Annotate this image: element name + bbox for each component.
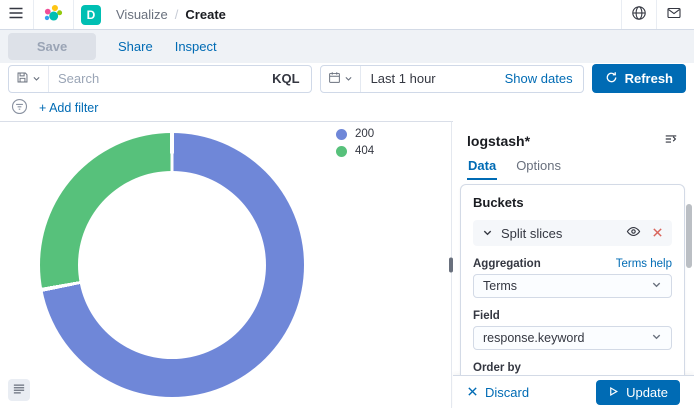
visualize-toolbar: Save Share Inspect [0,30,694,63]
split-slices-row[interactable]: Split slices [473,220,672,246]
save-button[interactable]: Save [8,33,96,60]
divider [656,0,657,29]
field-value: response.keyword [483,331,584,345]
remove-bucket-icon[interactable] [652,226,663,241]
field-select[interactable]: response.keyword [473,326,672,350]
elastic-logo[interactable] [41,2,66,27]
chevron-down-icon [344,71,353,86]
legend-swatch [336,129,347,140]
share-button[interactable]: Share [118,39,153,54]
close-icon [467,385,478,400]
chevron-down-icon [32,71,41,86]
search-input[interactable] [49,71,261,86]
donut-hole [78,171,266,359]
inspect-button[interactable]: Inspect [175,39,217,54]
legend-swatch [336,146,347,157]
play-icon [608,385,619,400]
refresh-icon [605,71,618,87]
saved-query-menu-button[interactable] [9,66,49,92]
query-bar: KQL Last 1 hour Show dates Refresh [0,63,694,94]
legend-item[interactable]: 200 [336,128,374,140]
field-group: Field response.keyword [473,310,672,350]
breadcrumb-create: Create [185,7,225,22]
time-range-button[interactable]: Last 1 hour [361,71,501,86]
query-language-button[interactable]: KQL [261,66,310,92]
legend-toggle-button[interactable] [8,379,30,401]
globe-icon [631,5,647,24]
buckets-card: Buckets Split slices [460,184,685,375]
legend-label: 200 [355,128,374,140]
update-label: Update [626,385,668,400]
refresh-button[interactable]: Refresh [592,64,686,93]
search-bar-group: KQL [8,65,312,93]
chevron-down-icon [651,331,662,345]
discard-label: Discard [485,385,529,400]
tab-data[interactable]: Data [467,152,497,180]
breadcrumb-visualize[interactable]: Visualize [116,7,168,22]
calendar-icon [328,71,341,87]
mail-icon [666,5,682,24]
filter-options-button[interactable] [9,96,30,120]
visualization-canvas: 200404 [0,121,451,408]
chevron-down-icon [482,226,493,241]
order-by-group: Order by Metric: Count [473,362,672,375]
editor-scroll-region: Buckets Split slices [453,180,694,375]
panel-header: logstash* [453,121,694,152]
bucket-type-label: Split slices [501,226,562,241]
filter-circle-icon [11,98,28,118]
scrollbar-thumb[interactable] [686,204,692,268]
chart-legend: 200404 [336,128,374,157]
aggregation-value: Terms [483,279,517,293]
hamburger-icon [8,5,24,24]
collapse-panel-icon [664,132,678,149]
visualization-editor-panel: logstash* Data Options Buckets [453,121,694,408]
legend-item[interactable]: 404 [336,145,374,157]
field-label: Field [473,310,500,322]
globe-button[interactable] [629,3,649,26]
panel-footer: Discard Update [453,375,694,408]
editor-tabs: Data Options [453,152,694,180]
date-picker-group: Last 1 hour Show dates [320,65,584,93]
date-picker-menu-button[interactable] [321,66,361,92]
index-pattern-title: logstash* [467,133,530,149]
add-filter-button[interactable]: + Add filter [39,101,98,115]
breadcrumb-separator: / [175,7,179,22]
order-by-label: Order by [473,362,521,374]
divider [73,0,74,29]
terms-help-link[interactable]: Terms help [616,258,672,270]
refresh-label: Refresh [625,71,673,86]
divider [33,0,34,29]
list-icon [13,383,25,398]
main-content: 200404 logstash* Data [0,121,694,408]
aggregation-group: Aggregation Terms help Terms [473,258,672,298]
divider [621,0,622,29]
show-dates-button[interactable]: Show dates [501,71,583,86]
aggregation-label: Aggregation [473,258,541,270]
newsfeed-button[interactable] [664,3,684,26]
space-badge[interactable]: D [81,5,101,25]
legend-label: 404 [355,145,374,157]
breadcrumb: Visualize / Create [116,7,226,22]
buckets-title: Buckets [473,195,672,210]
donut-chart[interactable] [40,133,304,397]
tab-options[interactable]: Options [515,152,562,180]
discard-button[interactable]: Discard [467,385,529,400]
kibana-visualize-app: D Visualize / Create Save Share Inspect [0,0,694,408]
floppy-disk-icon [16,71,29,87]
top-navigation-bar: D Visualize / Create [0,0,694,30]
collapse-panel-button[interactable] [662,130,680,151]
aggregation-select[interactable]: Terms [473,274,672,298]
update-button[interactable]: Update [596,380,680,405]
chevron-down-icon [651,279,662,293]
eye-icon[interactable] [626,224,641,242]
filter-bar: + Add filter [0,94,694,121]
menu-button[interactable] [6,3,26,26]
